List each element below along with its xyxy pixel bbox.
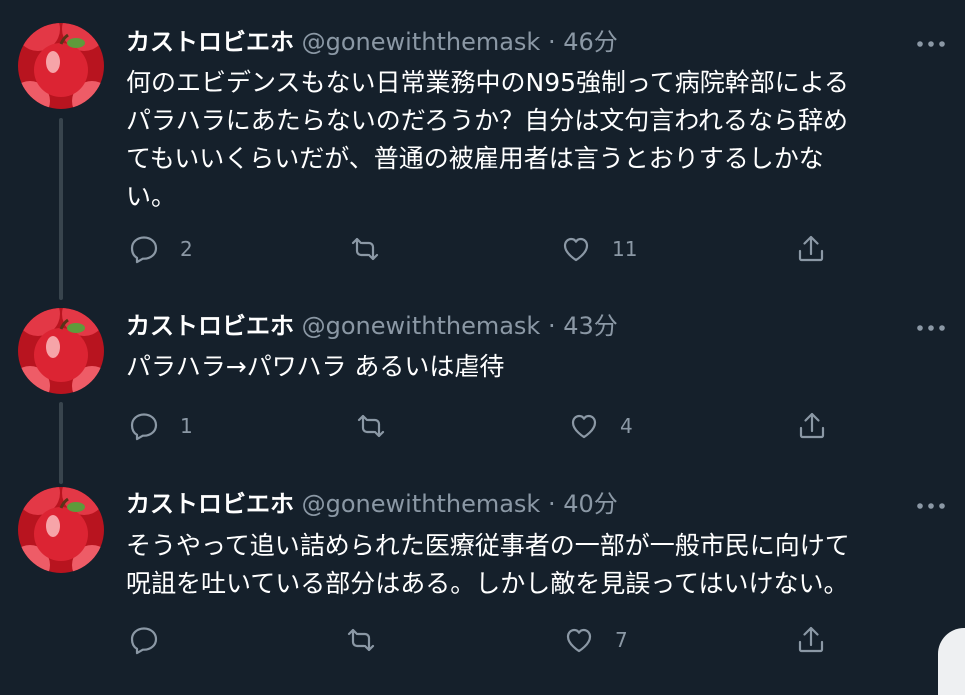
like-count: 11 — [612, 237, 638, 261]
reply-count: 2 — [180, 237, 193, 261]
retweet-button[interactable] — [355, 409, 407, 443]
tweet-header: カストロビエホ @gonewiththemask · 40分 — [126, 488, 618, 520]
heart-icon — [566, 628, 592, 653]
tweet-thread: カストロビエホ @gonewiththemask · 46分 何のエビデンスもな… — [0, 0, 965, 695]
apple-avatar[interactable] — [18, 308, 104, 394]
tweet-text-line: 呪詛を吐いている部分はある。しかし敵を見誤ってはいけない。 — [126, 569, 849, 598]
tweet-2[interactable]: カストロビエホ @gonewiththemask · 43分 パラハラ→パワハラ… — [0, 290, 965, 484]
like-count: 7 — [615, 628, 628, 652]
like-button[interactable]: 11 — [560, 232, 637, 266]
share-icon — [799, 412, 825, 439]
tweet-1[interactable]: カストロビエホ @gonewiththemask · 46分 何のエビデンスもな… — [0, 0, 965, 300]
retweet-icon — [347, 628, 375, 652]
author-handle[interactable]: @gonewiththemask — [302, 490, 541, 518]
tweet-text: そうやって追い詰められた医療従事者の一部が一般市民に向けて 呪詛を吐いている部分… — [126, 527, 951, 603]
share-button[interactable] — [796, 409, 828, 443]
share-button[interactable] — [795, 623, 827, 657]
author-name[interactable]: カストロビエホ — [126, 28, 294, 56]
reply-icon — [130, 627, 158, 655]
tweet-text-line: てもいいくらいだが、普通の被雇用者は言うとおりするしかな — [126, 144, 824, 173]
author-handle[interactable]: @gonewiththemask — [302, 312, 541, 340]
retweet-icon — [357, 414, 385, 438]
tweet-time[interactable]: · 40分 — [548, 490, 618, 518]
tweet-text: 何のエビデンスもない日常業務中のN95強制って病院幹部による パラハラにあたらな… — [126, 64, 951, 216]
thread-connector — [59, 118, 63, 300]
more-icon[interactable] — [914, 320, 948, 334]
more-icon[interactable] — [914, 498, 948, 512]
retweet-button[interactable] — [345, 623, 397, 657]
reply-icon — [130, 236, 158, 264]
scrollbar-corner[interactable] — [938, 628, 965, 695]
reply-button[interactable]: 2 — [128, 232, 193, 266]
retweet-button[interactable] — [349, 232, 401, 266]
tweet-text: パラハラ→パワハラ あるいは虐待 — [126, 348, 951, 386]
like-button[interactable]: 4 — [568, 409, 633, 443]
apple-avatar[interactable] — [18, 23, 104, 109]
like-button[interactable]: 7 — [563, 623, 628, 657]
tweet-text-line: い。 — [126, 182, 177, 211]
reply-icon — [130, 413, 158, 441]
retweet-icon — [351, 237, 379, 261]
like-count: 4 — [620, 414, 633, 438]
apple-avatar[interactable] — [18, 487, 104, 573]
share-button[interactable] — [795, 232, 827, 266]
author-name[interactable]: カストロビエホ — [126, 312, 294, 340]
tweet-3[interactable]: カストロビエホ @gonewiththemask · 40分 そうやって追い詰め… — [0, 466, 965, 695]
author-name[interactable]: カストロビエホ — [126, 490, 294, 518]
reply-button[interactable] — [128, 623, 180, 657]
tweet-header: カストロビエホ @gonewiththemask · 46分 — [126, 26, 618, 58]
tweet-time[interactable]: · 46分 — [548, 28, 618, 56]
heart-icon — [571, 414, 597, 439]
heart-icon — [563, 237, 589, 262]
tweet-text-line: そうやって追い詰められた医療従事者の一部が一般市民に向けて — [126, 531, 850, 560]
tweet-time[interactable]: · 43分 — [548, 312, 618, 340]
tweet-text-line: 何のエビデンスもない日常業務中のN95強制って病院幹部による — [126, 68, 850, 97]
share-icon — [798, 626, 824, 653]
reply-count: 1 — [180, 414, 193, 438]
tweet-text-line: パラハラにあたらないのだろうか？自分は文句言われるなら辞め — [126, 106, 849, 135]
tweet-header: カストロビエホ @gonewiththemask · 43分 — [126, 310, 618, 342]
share-icon — [798, 235, 824, 262]
reply-button[interactable]: 1 — [128, 409, 193, 443]
tweet-text-line: パラハラ→パワハラ あるいは虐待 — [126, 352, 505, 381]
author-handle[interactable]: @gonewiththemask — [302, 28, 541, 56]
more-icon[interactable] — [914, 36, 948, 50]
